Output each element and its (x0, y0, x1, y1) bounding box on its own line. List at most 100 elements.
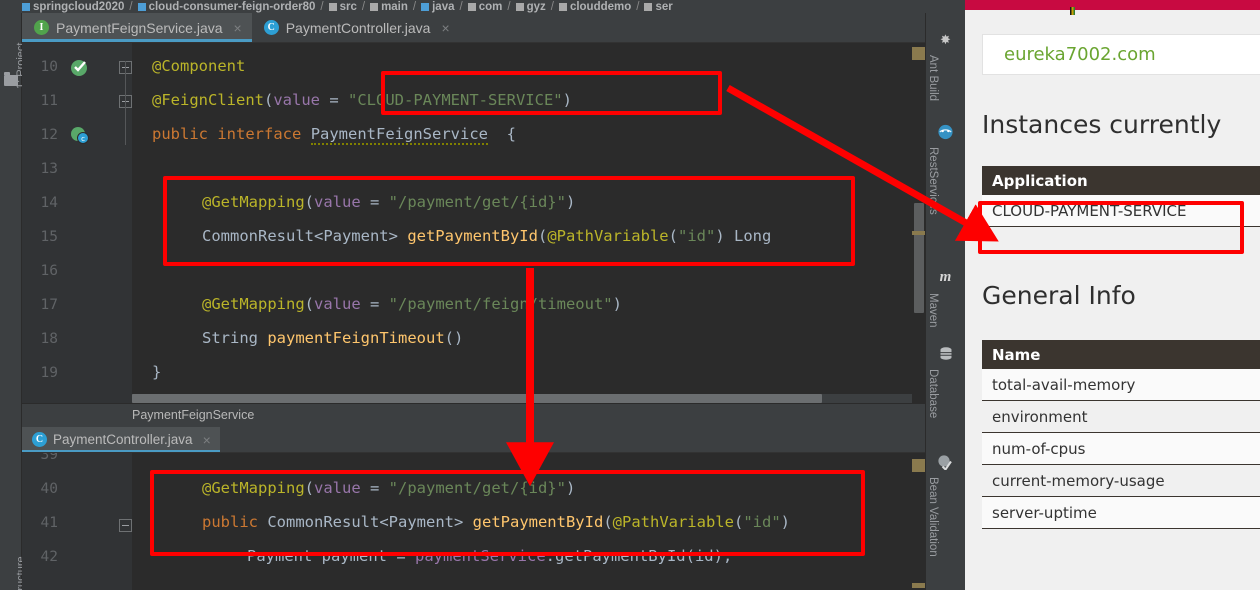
line-number: 13 (40, 161, 58, 177)
marker-warning[interactable] (912, 47, 925, 60)
general-info-table: Name total-avail-memory environment num-… (982, 340, 1260, 529)
close-icon[interactable]: × (203, 432, 211, 448)
breadcrumb-item-4[interactable]: java (421, 1, 455, 13)
tool-label: Ant Build (927, 55, 939, 102)
class-icon: C (32, 432, 47, 447)
punct: () (444, 329, 464, 347)
code-editor-payment-controller[interactable]: 39 40 41 42 @GetMapping(value = "/paymen… (22, 453, 925, 590)
editor-tabbar-bottom: C PaymentController.java × (22, 427, 925, 453)
ant-icon: ✸ (940, 31, 951, 47)
marker-warning[interactable] (912, 231, 925, 235)
line-number: 41 (40, 515, 58, 531)
punct: ) (562, 91, 572, 109)
breadcrumb-separator: / (361, 1, 366, 13)
instances-heading: Instances currently (982, 110, 1222, 139)
table-row[interactable]: CLOUD-PAYMENT-SERVICE (982, 195, 1260, 227)
marker-warning[interactable] (912, 459, 925, 472)
database-icon (937, 345, 954, 362)
folder-icon (558, 3, 567, 11)
breadcrumb[interactable]: springcloud2020 / cloud-consumer-feign-o… (0, 0, 965, 13)
string-literal: "/payment/feign/timeout" (388, 295, 613, 313)
line-number: 17 (40, 297, 58, 313)
editor-tabbar-top: I PaymentFeignService.java × C PaymentCo… (22, 13, 925, 43)
tab-label: PaymentController.java (285, 19, 431, 36)
marker-warning[interactable] (912, 583, 925, 588)
editor-vscrollbar[interactable] (912, 453, 925, 590)
hscroll-thumb[interactable] (132, 394, 822, 403)
table-row[interactable]: server-uptime (982, 497, 1260, 529)
breadcrumb-item-0[interactable]: springcloud2020 (22, 1, 124, 13)
code-line-42: Payment payment = paymentService.getPaym… (247, 547, 732, 565)
breadcrumb-item-8[interactable]: ser (644, 1, 673, 13)
variable-name: payment (321, 547, 387, 565)
breadcrumb-item-2[interactable]: src (328, 1, 357, 13)
annotation-token: @FeignClient (152, 91, 264, 109)
tab-payment-feign-service[interactable]: I PaymentFeignService.java × (22, 13, 252, 42)
code-line-15: CommonResult<Payment> getPaymentById(@Pa… (202, 227, 772, 245)
breadcrumb-item-6[interactable]: gyz (515, 1, 546, 13)
close-icon[interactable]: × (441, 20, 449, 36)
table-row[interactable]: current-memory-usage (982, 465, 1260, 497)
punct: ( (263, 91, 274, 109)
line-number: 10 (40, 59, 58, 75)
interface-impl-icon[interactable]: c (70, 125, 90, 145)
param-name: value (314, 479, 361, 497)
editor-vscrollbar[interactable] (912, 43, 925, 403)
svg-text:c: c (81, 135, 85, 143)
line-number: 42 (40, 549, 58, 565)
breadcrumb-label: gyz (526, 1, 546, 13)
fold-marker[interactable] (119, 519, 132, 532)
right-tool-strip: ✸ Ant Build RestServices m Maven Databas… (925, 13, 965, 590)
line-number: 15 (40, 229, 58, 245)
source-root-icon (421, 3, 430, 11)
breadcrumb-item-5[interactable]: com (467, 1, 502, 13)
code-line-14: @GetMapping(value = "/payment/get/{id}") (202, 193, 576, 211)
eureka-host-box[interactable]: eureka7002.com (982, 34, 1260, 75)
code-line-41: public CommonResult<Payment> getPaymentB… (202, 513, 790, 531)
annotation-token: @PathVariable (547, 227, 669, 245)
tab-payment-controller[interactable]: C PaymentController.java × (252, 13, 460, 42)
string-literal: "id" (743, 513, 781, 531)
line-number: 12 (40, 127, 58, 143)
breadcrumb-label: java (432, 1, 455, 13)
annotation-token: @GetMapping (202, 295, 305, 313)
breadcrumb-separator: / (636, 1, 640, 13)
method-name: getPaymentById (472, 513, 604, 531)
line-number: 11 (40, 93, 58, 109)
editor-gutter[interactable]: 39 40 41 42 (22, 453, 132, 590)
code-line-40: @GetMapping(value = "/payment/get/{id}") (202, 479, 576, 497)
spring-logo-icon (1070, 7, 1075, 15)
close-icon[interactable]: × (234, 20, 242, 36)
interface-icon: I (34, 20, 49, 35)
punct: { (506, 125, 517, 143)
folder-icon (370, 3, 379, 11)
ide-window: springcloud2020 / cloud-consumer-feign-o… (0, 0, 965, 590)
method-breadcrumb[interactable]: PaymentFeignService (22, 403, 925, 425)
table-row[interactable]: environment (982, 401, 1260, 433)
line-number: 39 (40, 453, 58, 463)
breadcrumb-item-7[interactable]: clouddemo (558, 1, 631, 13)
param-type: Long (734, 227, 772, 245)
code-editor-feign-service[interactable]: 10 11 12 13 14 15 16 17 18 19 c @Compone… (22, 43, 925, 403)
vscroll-thumb[interactable] (914, 203, 924, 313)
general-info-heading: General Info (982, 281, 1136, 310)
module-icon (22, 3, 30, 11)
return-type: CommonResult<Payment> (267, 513, 464, 531)
tab-payment-controller-split[interactable]: C PaymentController.java × (22, 427, 220, 452)
breadcrumb-item-3[interactable]: main (370, 1, 408, 13)
annotation-token: @GetMapping (202, 479, 305, 497)
code-line-19: } (152, 363, 161, 381)
run-test-ok-icon[interactable] (70, 57, 90, 77)
line-number: 40 (40, 481, 58, 497)
folder-icon[interactable] (4, 72, 18, 86)
breadcrumb-item-1[interactable]: cloud-consumer-feign-order80 (137, 1, 315, 13)
table-row[interactable]: total-avail-memory (982, 369, 1260, 401)
breadcrumb-label: main (381, 1, 408, 13)
editor-hscrollbar[interactable] (132, 394, 912, 403)
table-row[interactable]: num-of-cpus (982, 433, 1260, 465)
instances-table: Application CLOUD-PAYMENT-SERVICE (982, 166, 1260, 227)
editor-gutter[interactable]: 10 11 12 13 14 15 16 17 18 19 c (22, 43, 132, 403)
folder-icon (328, 3, 337, 11)
class-icon: C (263, 20, 279, 35)
keyword: interface (217, 125, 302, 143)
